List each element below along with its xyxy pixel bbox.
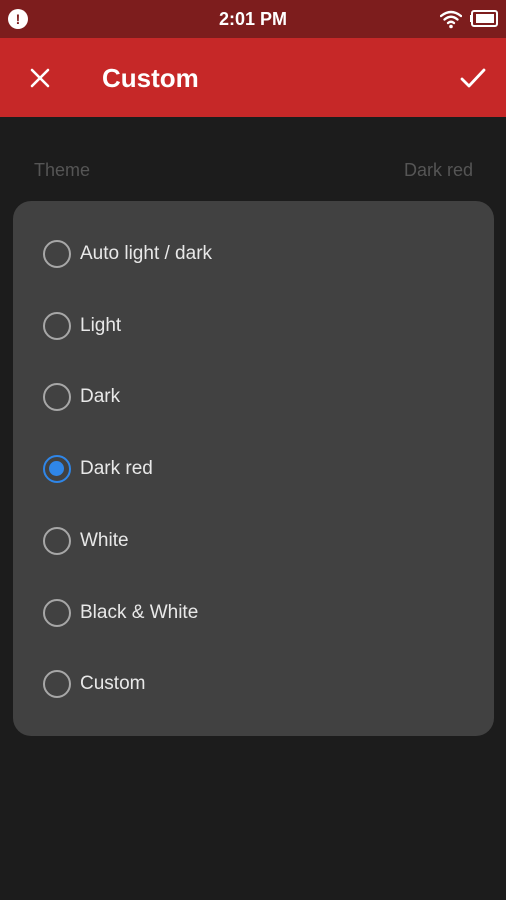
option-label: Custom <box>80 673 146 694</box>
option-label: Dark red <box>80 458 153 479</box>
theme-options-dialog: Auto light / dark Light Dark Dark red Wh… <box>13 201 494 736</box>
option-label: Auto light / dark <box>80 243 213 264</box>
theme-setting-label: Theme <box>34 160 91 180</box>
close-button[interactable] <box>24 62 56 94</box>
radio-button-selected[interactable] <box>43 455 71 483</box>
confirm-button[interactable] <box>455 60 491 96</box>
wifi-icon <box>440 10 462 29</box>
theme-setting-value: Dark red <box>403 160 473 180</box>
battery-icon <box>470 10 498 27</box>
page-title: Custom <box>102 63 199 93</box>
app-bar: Custom <box>0 38 506 117</box>
radio-button[interactable] <box>43 383 71 411</box>
option-label: White <box>80 530 129 551</box>
option-label: Black & White <box>80 602 199 623</box>
option-auto-light-dark[interactable]: Auto light / dark <box>13 224 494 284</box>
option-white[interactable]: White <box>13 511 494 571</box>
option-dark-red[interactable]: Dark red <box>13 439 494 499</box>
option-custom[interactable]: Custom <box>13 654 494 714</box>
radio-button[interactable] <box>43 527 71 555</box>
check-icon <box>460 68 486 88</box>
radio-button[interactable] <box>43 599 71 627</box>
option-dark[interactable]: Dark <box>13 367 494 427</box>
radio-button[interactable] <box>43 240 71 268</box>
radio-button[interactable] <box>43 670 71 698</box>
option-label: Light <box>80 315 122 336</box>
option-label: Dark <box>80 386 121 407</box>
option-light[interactable]: Light <box>13 296 494 356</box>
option-black-white[interactable]: Black & White <box>13 583 494 643</box>
status-bar: ! 2:01 PM <box>0 0 506 38</box>
close-icon <box>30 68 50 88</box>
theme-setting-row[interactable]: Theme Dark red <box>0 150 506 190</box>
radio-button[interactable] <box>43 312 71 340</box>
status-time: 2:01 PM <box>218 9 288 29</box>
